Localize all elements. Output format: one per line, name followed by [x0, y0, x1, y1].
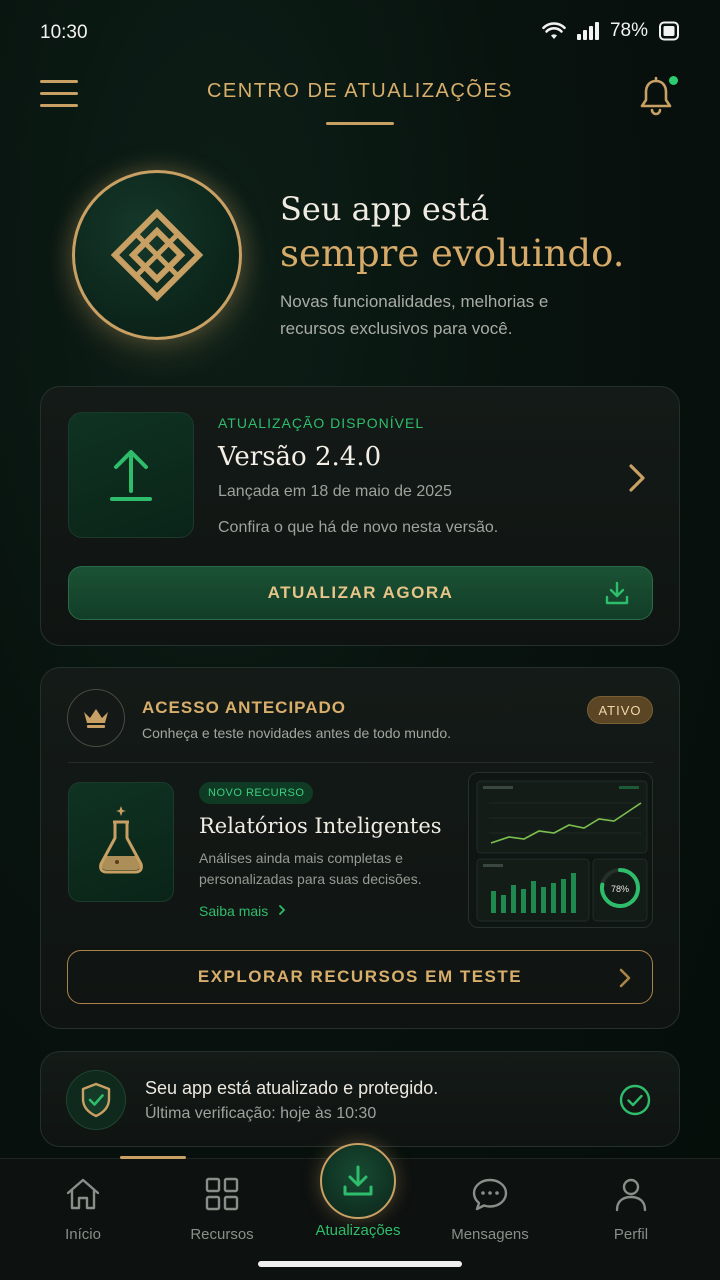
release-date: Lançada em 18 de maio de 2025: [218, 483, 452, 500]
nav-item-home[interactable]: Início: [28, 1176, 138, 1243]
battery-icon: [659, 21, 679, 41]
learn-more-link[interactable]: Saiba mais: [199, 903, 287, 919]
page-title: CENTRO DE ATUALIZAÇÕES: [206, 80, 513, 102]
divider: [68, 762, 653, 763]
last-check-text: Última verificação: hoje às 10:30: [145, 1105, 377, 1122]
flask-icon: [68, 782, 174, 902]
hero-heading-line2: sempre evoluindo.: [280, 232, 625, 275]
early-access-title: ACESSO ANTECIPADO: [142, 698, 347, 717]
early-access-subtitle: Conheça e teste novidades antes de todo …: [142, 725, 451, 741]
wifi-icon: [542, 22, 566, 39]
nav-item-updates[interactable]: [320, 1143, 396, 1219]
nav-label-profile: Perfil: [613, 1226, 649, 1243]
home-icon: [66, 1178, 100, 1210]
status-time: 10:30: [40, 22, 88, 43]
download-icon: [605, 581, 629, 605]
update-description: Confira o que há de novo nesta versão.: [218, 519, 499, 536]
chat-icon: [472, 1178, 508, 1211]
hero-subtitle: Novas funcionalidades, melhorias e recur…: [280, 292, 549, 338]
new-feature-badge: NOVO RECURSO: [199, 782, 314, 804]
nav-indicator: [120, 1156, 186, 1159]
dashboard-preview-thumbnail: 78%: [468, 772, 653, 928]
signal-icon: [576, 22, 599, 40]
nav-label-home: Início: [65, 1226, 101, 1243]
chevron-right-icon[interactable]: [626, 460, 648, 496]
gauge-value: 78%: [611, 884, 629, 894]
nav-label-features: Recursos: [190, 1226, 254, 1243]
nav-item-profile[interactable]: Perfil: [576, 1176, 686, 1243]
shield-check-icon: [66, 1070, 126, 1130]
download-icon: [343, 1165, 373, 1196]
version-title: Versão 2.4.0: [218, 442, 382, 472]
status-icons: 78%: [542, 20, 680, 42]
learn-more-label: Saiba mais: [199, 903, 269, 919]
update-available-tag: ATUALIZAÇÃO DISPONÍVEL: [218, 415, 425, 431]
update-now-button[interactable]: ATUALIZAR AGORA: [68, 566, 653, 620]
nav-label-messages: Mensagens: [451, 1226, 529, 1243]
upload-icon: [68, 412, 194, 538]
user-icon: [615, 1178, 647, 1212]
security-status-title: Seu app está atualizado e protegido.: [145, 1078, 439, 1098]
nav-label-updates: Atualizações: [315, 1222, 401, 1239]
battery-percent: 78%: [609, 20, 648, 41]
status-badge: ATIVO: [587, 696, 653, 724]
update-now-label: ATUALIZAR AGORA: [267, 583, 454, 602]
feature-title: Relatórios Inteligentes: [199, 814, 442, 838]
notification-dot: [669, 76, 678, 85]
explore-features-button[interactable]: EXPLORAR RECURSOS EM TESTE: [67, 950, 653, 1004]
chevron-right-icon: [279, 905, 286, 915]
grid-icon: [205, 1177, 239, 1211]
hero-heading-line1: Seu app está: [280, 190, 490, 228]
nav-item-features[interactable]: Recursos: [167, 1176, 277, 1243]
home-indicator: [258, 1261, 462, 1267]
chevron-right-icon: [619, 968, 631, 988]
brand-logo-icon: [72, 170, 242, 340]
feature-description: Análises ainda mais completas e personal…: [199, 850, 422, 887]
title-underline: [326, 122, 394, 125]
check-circle-icon: [619, 1084, 651, 1116]
nav-item-messages[interactable]: Mensagens: [435, 1176, 545, 1243]
security-status-card: [40, 1051, 680, 1147]
notifications-bell-icon[interactable]: [638, 76, 678, 118]
explore-features-label: EXPLORAR RECURSOS EM TESTE: [197, 967, 523, 986]
crown-icon: [67, 689, 125, 747]
